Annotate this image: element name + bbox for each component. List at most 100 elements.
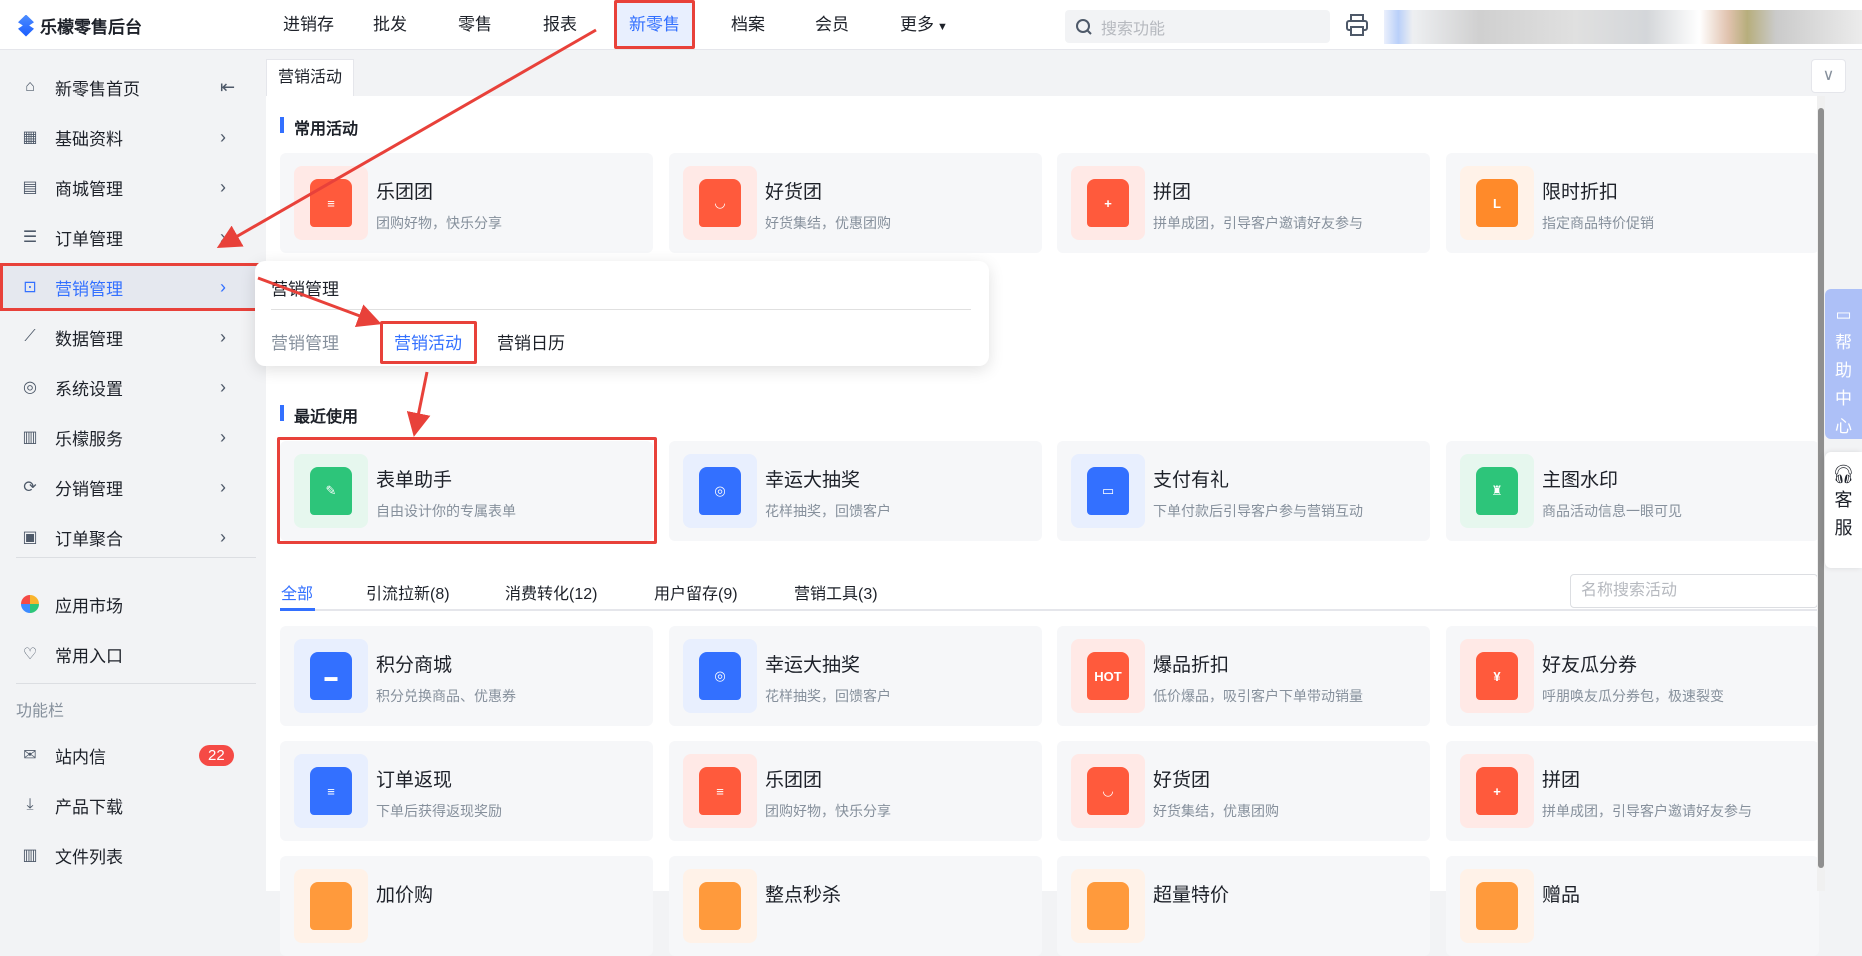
settings-icon: ◎ (23, 379, 37, 396)
sidebar-item[interactable]: ▥ 文件列表 (0, 831, 264, 879)
sidebar-item[interactable]: 应用市场 (0, 580, 264, 628)
activity-title: 乐团团 (765, 770, 823, 791)
sidebar-item[interactable]: ⊡ 营销管理 › (0, 263, 264, 311)
scrollbar[interactable] (1817, 96, 1825, 891)
activity-card[interactable]: ≡ 订单返现 下单后获得返现奖励 (280, 741, 653, 841)
grid-icon: ▦ (22, 129, 38, 146)
collapse-sidebar-icon[interactable]: ⇤ (220, 77, 235, 98)
nav-reports[interactable]: 报表 (543, 0, 577, 50)
scrollbar-thumb[interactable] (1818, 108, 1824, 868)
sidebar-item[interactable]: ▥ 乐檬服务 › (0, 413, 264, 461)
nav-members[interactable]: 会员 (815, 0, 849, 50)
activity-card[interactable]: ▭ 支付有礼 下单付款后引导客户参与营销互动 (1057, 441, 1430, 541)
sidebar-item-label: 文件列表 (55, 847, 123, 867)
popup-link-marketing-calendar[interactable]: 营销日历 (497, 329, 565, 354)
sidebar-item[interactable]: ♡ 常用入口 (0, 630, 264, 678)
file-list-icon: ▥ (22, 847, 38, 864)
chevron-down-icon[interactable]: ∨ (1811, 59, 1846, 93)
tab-marketing-activities[interactable]: 营销活动 (266, 59, 354, 96)
heart-icon: ♡ (22, 646, 38, 663)
sidebar-item-label: 产品下载 (55, 797, 123, 817)
sidebar-divider (16, 683, 256, 684)
activity-card[interactable]: ◎ 幸运大抽奖 花样抽奖，回馈客户 (669, 441, 1042, 541)
highlight-box (277, 437, 657, 544)
activity-card[interactable]: ▬ 积分商城 积分兑换商品、优惠券 (280, 626, 653, 726)
nav-wholesale[interactable]: 批发 (373, 0, 407, 50)
activity-card[interactable]: 加价购 (280, 856, 653, 956)
activity-card[interactable]: ◡ 好货团 好货集结，优惠团购 (1057, 741, 1430, 841)
tab-tools[interactable]: 营销工具(3) (794, 580, 878, 604)
activity-card[interactable]: 整点秒杀 (669, 856, 1042, 956)
sidebar-item-label: 订单管理 (55, 229, 123, 249)
sidebar-item[interactable]: ☰ 订单管理 › (0, 213, 264, 261)
activity-title: 加价购 (376, 885, 434, 906)
activity-search-input[interactable]: 名称搜索活动 (1570, 574, 1818, 608)
app-logo[interactable]: 乐檬零售后台 (18, 13, 142, 38)
search-input[interactable]: 搜索功能 (1065, 10, 1330, 43)
activity-card[interactable]: ◡ 好货团 好货集结，优惠团购 (669, 153, 1042, 253)
tab-all[interactable]: 全部 (281, 580, 313, 604)
marketing-icon: ⊡ (23, 279, 37, 296)
tab-acquisition[interactable]: 引流拉新(8) (366, 580, 450, 604)
activity-icon: HOT (1071, 639, 1145, 713)
sidebar-item[interactable]: ⤓ 产品下载 (0, 781, 264, 829)
activity-card[interactable]: HOT 爆品折扣 低价爆品，吸引客户下单带动销量 (1057, 626, 1430, 726)
chevron-right-icon: › (220, 326, 226, 347)
nav-archive[interactable]: 档案 (731, 0, 765, 50)
activity-card[interactable]: L 限时折扣 指定商品特价促销 (1446, 153, 1819, 253)
activity-desc: 拼单成团，引导客户邀请好友参与 (1542, 803, 1752, 819)
popup-link-marketing-management[interactable]: 营销管理 (271, 329, 339, 354)
sidebar-item[interactable]: ⌂ 新零售首页 ⇤ (0, 63, 264, 111)
activity-icon (294, 869, 368, 943)
sidebar-item[interactable]: ▦ 基础资料 › (0, 113, 264, 161)
tab-divider (280, 609, 1818, 611)
nav-more[interactable]: 更多 ▼ (900, 0, 948, 50)
activity-card[interactable]: ¥ 好友瓜分券 呼朋唤友瓜分券包，极速裂变 (1446, 626, 1819, 726)
activity-title: 整点秒杀 (765, 885, 842, 906)
sidebar-item-label: 乐檬服务 (55, 429, 123, 449)
help-center-button[interactable]: ▭ 帮助中心 (1825, 289, 1862, 439)
sidebar-item-label: 系统设置 (55, 379, 123, 399)
activity-card[interactable]: 超量特价 (1057, 856, 1430, 956)
sidebar-item[interactable]: ◎ 系统设置 › (0, 363, 264, 411)
nav-jinxiaocun[interactable]: 进销存 (283, 0, 334, 50)
activity-desc: 低价爆品，吸引客户下单带动销量 (1153, 688, 1363, 704)
tab-retention[interactable]: 用户留存(9) (654, 580, 738, 604)
activity-desc: 积分兑换商品、优惠券 (376, 688, 516, 704)
nav-new-retail[interactable]: 新零售 (614, 0, 695, 49)
section-common-activities: 常用活动 (280, 115, 358, 139)
activity-card[interactable]: ◎ 幸运大抽奖 花样抽奖，回馈客户 (669, 626, 1042, 726)
activity-card[interactable]: ♜ 主图水印 商品活动信息一眼可见 (1446, 441, 1819, 541)
activity-icon: ≡ (294, 166, 368, 240)
sidebar-item[interactable]: ⟳ 分销管理 › (0, 463, 264, 511)
tab-active-indicator (280, 608, 315, 611)
store-icon: ▤ (22, 179, 38, 196)
sidebar-item-label: 应用市场 (55, 596, 123, 616)
tab-conversion[interactable]: 消费转化(12) (505, 580, 597, 604)
activity-card[interactable]: ≡ 乐团团 团购好物，快乐分享 (280, 153, 653, 253)
activity-title: 好友瓜分券 (1542, 655, 1638, 676)
activity-icon: ♜ (1460, 454, 1534, 528)
activity-card[interactable]: + 拼团 拼单成团，引导客户邀请好友参与 (1446, 741, 1819, 841)
activity-card[interactable]: ≡ 乐团团 团购好物，快乐分享 (669, 741, 1042, 841)
activity-icon: L (1460, 166, 1534, 240)
activity-card[interactable]: + 拼团 拼单成团，引导客户邀请好友参与 (1057, 153, 1430, 253)
home-icon: ⌂ (25, 78, 35, 95)
nav-retail[interactable]: 零售 (458, 0, 492, 50)
activity-icon: ≡ (683, 754, 757, 828)
activity-desc: 花样抽奖，回馈客户 (765, 503, 891, 519)
sidebar-item[interactable]: ⟋ 数据管理 › (0, 313, 264, 361)
activity-desc: 好货集结，优惠团购 (765, 215, 891, 231)
mail-icon: ✉ (23, 747, 37, 764)
activity-card[interactable]: 赠品 (1446, 856, 1819, 956)
sidebar-item-label: 站内信 (55, 747, 106, 767)
sidebar-item-label: 商城管理 (55, 179, 123, 199)
user-info-blurred[interactable] (1384, 10, 1862, 44)
search-icon (1076, 18, 1092, 35)
customer-service-button[interactable]: 🎧︎ 客服 (1825, 452, 1862, 568)
printer-icon[interactable] (1345, 14, 1369, 36)
sidebar-item[interactable]: ✉ 站内信 22 (0, 731, 264, 779)
chevron-right-icon: › (220, 376, 226, 397)
sidebar-item[interactable]: ▤ 商城管理 › (0, 163, 264, 211)
sidebar-item[interactable]: ▣ 订单聚合 › (0, 513, 264, 561)
